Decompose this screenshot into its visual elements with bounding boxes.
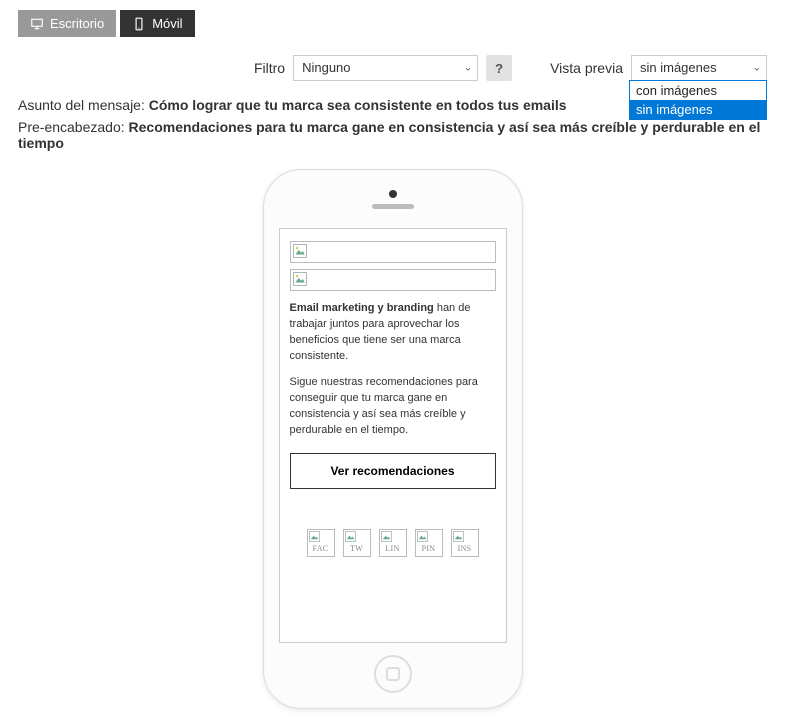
preview-label: Vista previa — [550, 60, 623, 76]
desktop-tab[interactable]: Escritorio — [18, 10, 116, 37]
phone-camera — [389, 190, 397, 198]
phone-home-inner — [386, 667, 400, 681]
phone-screen: Email marketing y branding han de trabaj… — [279, 228, 507, 643]
preheader-value: Recomendaciones para tu marca gane en co… — [18, 119, 760, 151]
preview-select[interactable]: sin imágenes — [631, 55, 767, 81]
image-placeholder — [290, 241, 496, 263]
social-icon-twitter[interactable]: TW — [343, 529, 371, 557]
preview-option-con-imagenes[interactable]: con imágenes — [630, 81, 766, 100]
help-button[interactable]: ? — [486, 55, 512, 81]
phone-icon — [132, 17, 146, 31]
broken-image-icon — [293, 272, 307, 286]
filter-select[interactable]: Ninguno — [293, 55, 478, 81]
subject-value: Cómo lograr que tu marca sea consistente… — [149, 97, 567, 113]
broken-image-icon — [417, 531, 428, 542]
desktop-tab-label: Escritorio — [50, 16, 104, 31]
phone-speaker — [372, 204, 414, 209]
phone-mockup: Email marketing y branding han de trabaj… — [263, 169, 523, 709]
image-placeholder — [290, 269, 496, 291]
preview-option-sin-imagenes[interactable]: sin imágenes — [630, 100, 766, 119]
preheader-label: Pre-encabezado: — [18, 119, 125, 135]
broken-image-icon — [453, 531, 464, 542]
broken-image-icon — [293, 244, 307, 258]
broken-image-icon — [345, 531, 356, 542]
monitor-icon — [30, 17, 44, 31]
mobile-tab[interactable]: Móvil — [120, 10, 194, 37]
social-icon-linkedin[interactable]: LIN — [379, 529, 407, 557]
preview-dropdown: con imágenes sin imágenes — [629, 80, 767, 120]
phone-top — [372, 170, 414, 228]
cta-button[interactable]: Ver recomendaciones — [290, 453, 496, 489]
email-text: Email marketing y branding han de trabaj… — [290, 301, 496, 439]
social-icon-facebook[interactable]: FAC — [307, 529, 335, 557]
broken-image-icon — [309, 531, 320, 542]
social-icon-pinterest[interactable]: PIN — [415, 529, 443, 557]
social-icon-instagram[interactable]: INS — [451, 529, 479, 557]
mobile-tab-label: Móvil — [152, 16, 182, 31]
phone-home-button — [374, 655, 412, 693]
preheader-line: Pre-encabezado: Recomendaciones para tu … — [18, 119, 767, 151]
broken-image-icon — [381, 531, 392, 542]
filter-label: Filtro — [254, 60, 285, 76]
subject-label: Asunto del mensaje: — [18, 97, 145, 113]
social-row: FAC TW LIN PIN — [290, 529, 496, 557]
question-icon: ? — [495, 61, 503, 76]
